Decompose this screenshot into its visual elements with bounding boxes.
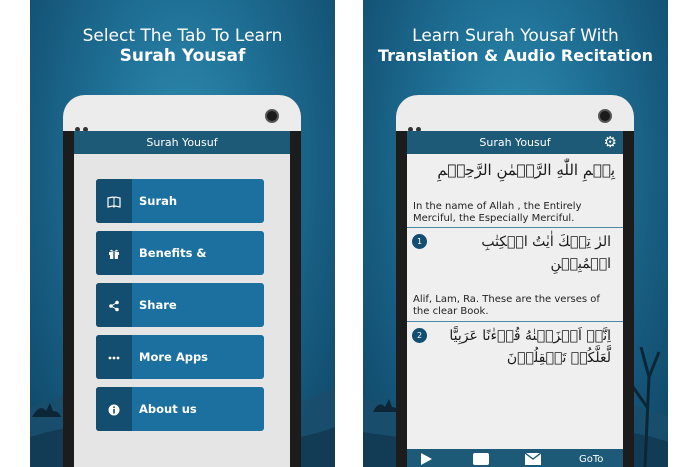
camera-icon [265,109,279,123]
promo-panel-right: Learn Surah Yousaf With Translation & Au… [363,0,668,467]
app-screen: Surah Yousuf ⚙ بِسۡمِ اللّٰهِ الرَّحۡمٰن… [407,131,623,467]
gear-icon[interactable]: ⚙ [604,133,617,151]
stop-icon[interactable] [473,449,489,467]
bismillah-arabic: بِسۡمِ اللّٰهِ الرَّحۡمٰنِ الرَّحِيۡمِ [437,161,615,179]
about-us-button-label: About us [139,402,197,416]
more-dots-icon [96,335,132,379]
more-apps-button-label: More Apps [139,350,209,364]
bottom-toolbar: GoTo [407,449,623,467]
verse-translation: Alif, Lam, Ra. These are the verses of t… [413,294,600,317]
more-apps-button[interactable]: More Apps [96,335,264,379]
speaker-icon [408,117,424,132]
verse-arabic: الرٰ تِلۡكَ اٰيٰتُ الۡكِتٰبِ الۡمُبِيۡنِ [481,234,611,272]
speaker-icon [75,117,91,132]
verse-arabic: اِنَّاۤ اَنۡزَلۡنٰهُ قُرۡءٰنًا عَرَبِيًّ… [449,328,611,366]
gift-icon [96,231,132,275]
phone-frame: Surah Yousuf Surah Benefits & Blessings … [63,95,301,467]
mail-icon[interactable] [524,449,542,467]
headline-line2: Surah Yousaf [119,46,246,66]
book-icon [96,179,132,223]
camera-icon [598,109,612,123]
about-us-button[interactable]: About us [96,387,264,431]
headline-line2: Translation & Audio Recitation [377,46,654,65]
bismillah-translation: In the name of Allah , the Entirely Merc… [413,201,582,224]
divider [407,227,623,228]
info-icon [96,387,132,431]
share-icon [96,283,132,327]
app-title-bar: Surah Yousuf ⚙ [407,131,623,154]
headline-line1: Learn Surah Yousaf With [412,26,619,46]
app-title: Surah Yousuf [479,136,551,149]
benefits-blessings-button[interactable]: Benefits & Blessings [96,231,264,275]
surah-button-label: Surah [139,194,178,208]
phone-top [63,95,301,132]
benefits-button-label: Benefits & Blessings [139,246,207,260]
share-button-label: Share [139,298,177,312]
headline-line1: Select The Tab To Learn [82,26,283,46]
phone-frame: Surah Yousuf ⚙ بِسۡمِ اللّٰهِ الرَّحۡمٰن… [396,95,634,467]
app-screen: Surah Yousuf Surah Benefits & Blessings … [74,131,290,467]
divider [407,321,623,322]
app-title-bar: Surah Yousuf [74,131,290,154]
promo-panel-left: Select The Tab To Learn Surah Yousaf Sur… [30,0,335,467]
play-icon[interactable] [419,449,433,467]
phone-top [396,95,634,132]
surah-button[interactable]: Surah [96,179,264,223]
goto-button[interactable]: GoTo [579,449,603,467]
app-title: Surah Yousuf [146,136,218,149]
share-button[interactable]: Share [96,283,264,327]
